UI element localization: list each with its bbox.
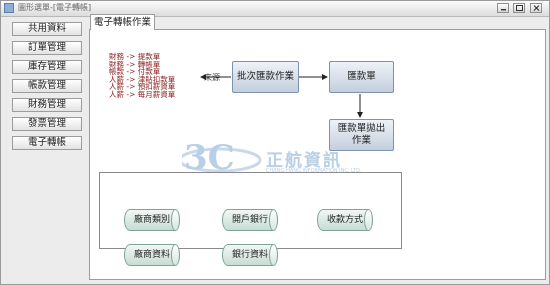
maximize-icon[interactable] [513, 3, 525, 13]
sidebar-item-order-mgmt[interactable]: 訂單管理 [12, 41, 82, 55]
bank-account-node[interactable]: 開戶銀行 [222, 209, 278, 231]
remittance-export-node[interactable]: 匯款單拋出 作業 [329, 119, 394, 151]
sidebar-item-accounts-mgmt[interactable]: 帳款管理 [12, 79, 82, 93]
close-icon[interactable] [530, 3, 542, 13]
window-title: 圖形選單-[電子轉帳] [18, 3, 92, 12]
sidebar: 共用資料 訂單管理 庫存管理 帳款管理 財務管理 發票管理 電子轉帳 [1, 17, 87, 284]
app-window: 圖形選單-[電子轉帳] 共用資料 訂單管理 庫存管理 帳款管理 財務管理 發票管… [0, 0, 550, 285]
legend-line: 人薪 -> 每月薪資單 [109, 89, 176, 99]
sidebar-item-invoice-mgmt[interactable]: 發票管理 [12, 117, 82, 131]
vendor-category-node[interactable]: 廠商類別 [124, 209, 180, 231]
batch-remittance-node[interactable]: 批次匯款作業 [232, 61, 299, 93]
sidebar-item-finance-mgmt[interactable]: 財務管理 [12, 98, 82, 112]
diagram-panel: 財務 -> 提款單 財務 -> 轉帳單 帳款 -> 付款單 人薪 -> 津貼扣款… [89, 29, 546, 280]
sidebar-item-shared-data[interactable]: 共用資料 [12, 22, 82, 36]
remittance-slip-node[interactable]: 匯款單 [329, 61, 394, 93]
sidebar-item-inventory-mgmt[interactable]: 庫存管理 [12, 60, 82, 74]
title-bar: 圖形選單-[電子轉帳] [1, 1, 549, 17]
source-label: 來源 [204, 73, 220, 82]
master-data-group: 廠商類別 開戶銀行 收款方式 廠商資料 銀行資料 [99, 172, 402, 266]
source-legend: 財務 -> 提款單 財務 -> 轉帳單 帳款 -> 付款單 人薪 -> 津貼扣款… [109, 53, 175, 99]
payment-method-node[interactable]: 收款方式 [317, 209, 373, 231]
export-node-line: 作業 [351, 135, 371, 146]
sidebar-item-electronic-transfer[interactable]: 電子轉帳 [12, 136, 82, 150]
tab-electronic-transfer[interactable]: 電子轉帳作業 [90, 14, 155, 30]
app-icon [4, 3, 14, 13]
bank-data-node[interactable]: 銀行資料 [222, 244, 278, 266]
export-node-line: 匯款單拋出 [337, 123, 386, 134]
minimize-icon[interactable] [497, 3, 509, 13]
vendor-data-node[interactable]: 廠商資料 [124, 244, 180, 266]
